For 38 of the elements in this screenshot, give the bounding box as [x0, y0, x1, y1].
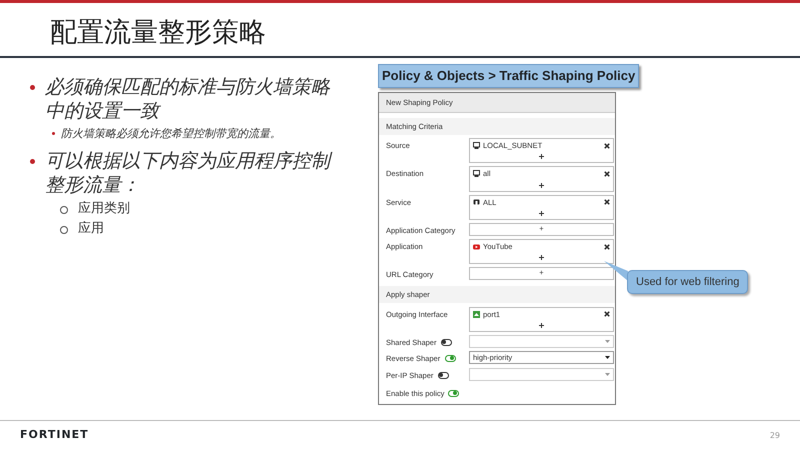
port-icon: [473, 310, 480, 318]
circle-bullet-icon: [60, 206, 68, 214]
close-icon[interactable]: [604, 170, 610, 177]
bullet-text: 防火墙策略必须允许您希望控制带宽的流量。: [61, 126, 281, 142]
breadcrumb-label: Policy & Objects > Traffic Shaping Policy: [378, 64, 640, 88]
monitor-icon: [473, 170, 480, 178]
callout: Used for web filtering: [627, 270, 748, 294]
add-icon[interactable]: [539, 154, 544, 160]
monitor-icon: [473, 142, 480, 150]
page-number: 29: [770, 430, 780, 442]
bullet-icon: [52, 132, 55, 135]
caret-icon: [605, 356, 610, 360]
add-icon[interactable]: [539, 323, 544, 328]
bullet-text: 可以根据以下内容为应用程序控制整形流量：: [45, 148, 335, 196]
service-icon: [473, 198, 480, 206]
circle-bullet-icon: [60, 226, 68, 234]
bullet-icon: [30, 158, 35, 164]
add-icon[interactable]: [539, 255, 544, 260]
caret-icon: [605, 372, 610, 376]
play-icon: [473, 244, 480, 250]
toggle-switch[interactable]: [448, 390, 460, 398]
close-icon[interactable]: [604, 142, 610, 149]
bullet-text: 应用: [78, 220, 104, 236]
caret-icon: [605, 340, 610, 343]
close-icon[interactable]: [604, 311, 610, 318]
bullet-text: 必须确保匹配的标准与防火墙策略中的设置一致: [45, 75, 332, 123]
bullet-icon: [30, 85, 35, 90]
add-icon[interactable]: [539, 210, 544, 216]
toggle-switch[interactable]: [438, 372, 450, 379]
toggle-switch[interactable]: [445, 355, 456, 362]
close-icon[interactable]: [604, 199, 610, 206]
company-logo: FORTINET: [20, 427, 89, 444]
callout-pointer: [604, 260, 628, 280]
toggle-switch[interactable]: [441, 339, 452, 346]
add-icon[interactable]: [539, 182, 544, 188]
bullet-text: 应用类别: [78, 200, 130, 216]
close-icon[interactable]: [604, 244, 610, 250]
slide-title: 配置流量整形策略: [0, 3, 800, 58]
